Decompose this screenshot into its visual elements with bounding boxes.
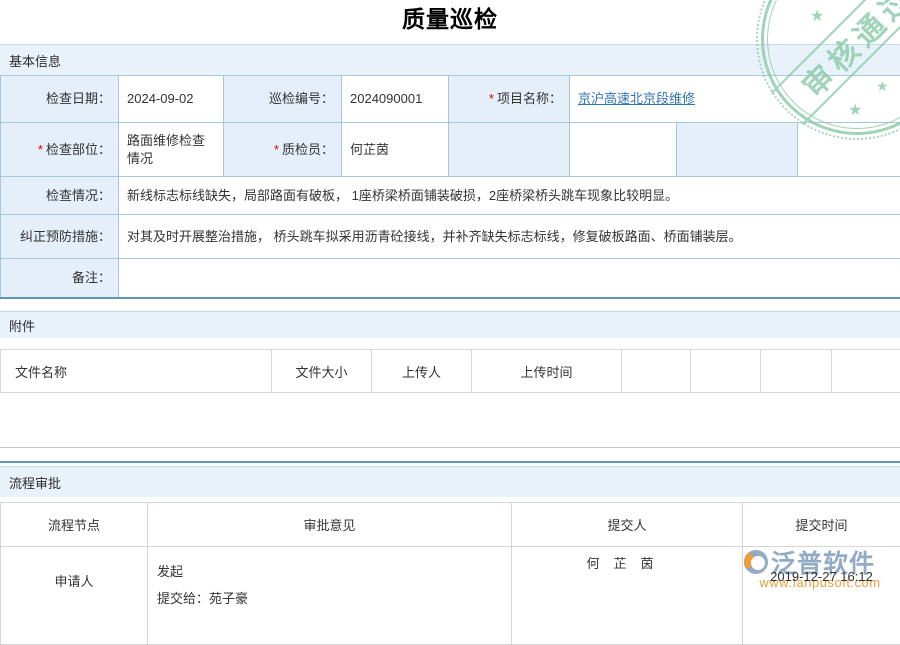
check-date-label: 检查日期： bbox=[1, 76, 119, 123]
inspector-label-text: 质检员： bbox=[282, 142, 334, 157]
check-part-value: 路面维修检查情况 bbox=[119, 123, 224, 177]
opinion-submit-to: 提交给：苑子豪 bbox=[157, 588, 511, 607]
check-part-label-text: 检查部位： bbox=[46, 142, 111, 157]
empty-header-cell bbox=[691, 350, 761, 393]
empty-header-cell bbox=[832, 350, 900, 393]
empty-label-cell bbox=[449, 123, 570, 177]
section-title-approval: 流程审批 bbox=[9, 473, 61, 492]
section-title-attachments: 附件 bbox=[9, 316, 35, 335]
table-row: 备注： bbox=[1, 259, 900, 298]
project-name-label-text: 项目名称： bbox=[497, 91, 562, 106]
attachments-header-row: 文件名称 文件大小 上传人 上传时间 bbox=[1, 350, 900, 393]
opinion-initiate: 发起 bbox=[157, 561, 511, 580]
corrective-measures-value: 对其及时开展整治措施， 桥头跳车拟采用沥青砼接线，并补齐缺失标志标线，修复破板路… bbox=[119, 215, 900, 259]
approval-header-row: 流程节点 审批意见 提交人 提交时间 bbox=[1, 503, 900, 547]
section-header-approval: 流程审批 bbox=[0, 466, 900, 497]
basic-info-table: 检查日期： 2024-09-02 巡检编号： 2024090001 *项目名称：… bbox=[0, 75, 900, 299]
required-asterisk: * bbox=[489, 91, 494, 106]
submitter-signature: 何芷茵 bbox=[512, 547, 743, 645]
attachments-empty-area bbox=[0, 393, 900, 448]
check-date-value: 2024-09-02 bbox=[119, 76, 224, 123]
empty-label-cell bbox=[677, 123, 798, 177]
page-title: 质量巡检 bbox=[0, 0, 900, 34]
col-uploader: 上传人 bbox=[372, 350, 472, 393]
empty-header-cell bbox=[761, 350, 832, 393]
section-header-attachments: 附件 bbox=[0, 311, 900, 338]
col-file-size: 文件大小 bbox=[272, 350, 372, 393]
check-situation-label: 检查情况： bbox=[1, 177, 119, 215]
col-approval-opinion: 审批意见 bbox=[148, 503, 512, 547]
patrol-no-value: 2024090001 bbox=[342, 76, 449, 123]
table-row: *检查部位： 路面维修检查情况 *质检员： 何芷茵 bbox=[1, 123, 900, 177]
patrol-no-label: 巡检编号： bbox=[224, 76, 342, 123]
submit-time-value: 2019-12-27 16:12 bbox=[743, 547, 900, 645]
empty-value-cell bbox=[570, 123, 677, 177]
approval-opinion-cell: 发起 提交给：苑子豪 bbox=[148, 547, 512, 645]
empty-value-cell bbox=[798, 123, 900, 177]
empty-header-cell bbox=[622, 350, 691, 393]
check-situation-value: 新线标志标线缺失，局部路面有破板， 1座桥梁桥面铺装破损，2座桥梁桥头跳车现象比… bbox=[119, 177, 900, 215]
inspector-label: *质检员： bbox=[224, 123, 342, 177]
table-row: 检查日期： 2024-09-02 巡检编号： 2024090001 *项目名称：… bbox=[1, 76, 900, 123]
section-divider bbox=[0, 461, 900, 463]
required-asterisk: * bbox=[38, 142, 43, 157]
table-row: 纠正预防措施： 对其及时开展整治措施， 桥头跳车拟采用沥青砼接线，并补齐缺失标志… bbox=[1, 215, 900, 259]
inspector-value: 何芷茵 bbox=[342, 123, 449, 177]
approval-table: 流程节点 审批意见 提交人 提交时间 申请人 发起 提交给：苑子豪 何芷茵 20… bbox=[0, 502, 900, 645]
project-name-value-cell: 京沪高速北京段维修 bbox=[570, 76, 900, 123]
project-name-link[interactable]: 京沪高速北京段维修 bbox=[578, 91, 695, 106]
table-row: 检查情况： 新线标志标线缺失，局部路面有破板， 1座桥梁桥面铺装破损，2座桥梁桥… bbox=[1, 177, 900, 215]
required-asterisk: * bbox=[274, 142, 279, 157]
col-file-name: 文件名称 bbox=[1, 350, 272, 393]
flow-node-value: 申请人 bbox=[1, 547, 148, 645]
check-part-label: *检查部位： bbox=[1, 123, 119, 177]
approval-row: 申请人 发起 提交给：苑子豪 何芷茵 2019-12-27 16:12 bbox=[1, 547, 900, 645]
section-title-basic-info: 基本信息 bbox=[9, 51, 61, 70]
project-name-label: *项目名称： bbox=[449, 76, 570, 123]
col-upload-time: 上传时间 bbox=[472, 350, 622, 393]
remark-label: 备注： bbox=[1, 259, 119, 298]
remark-value bbox=[119, 259, 900, 298]
col-flow-node: 流程节点 bbox=[1, 503, 148, 547]
attachments-table: 文件名称 文件大小 上传人 上传时间 bbox=[0, 349, 900, 393]
col-submit-time: 提交时间 bbox=[743, 503, 900, 547]
section-header-basic-info: 基本信息 bbox=[0, 44, 900, 75]
corrective-measures-label: 纠正预防措施： bbox=[1, 215, 119, 259]
col-submitter: 提交人 bbox=[512, 503, 743, 547]
